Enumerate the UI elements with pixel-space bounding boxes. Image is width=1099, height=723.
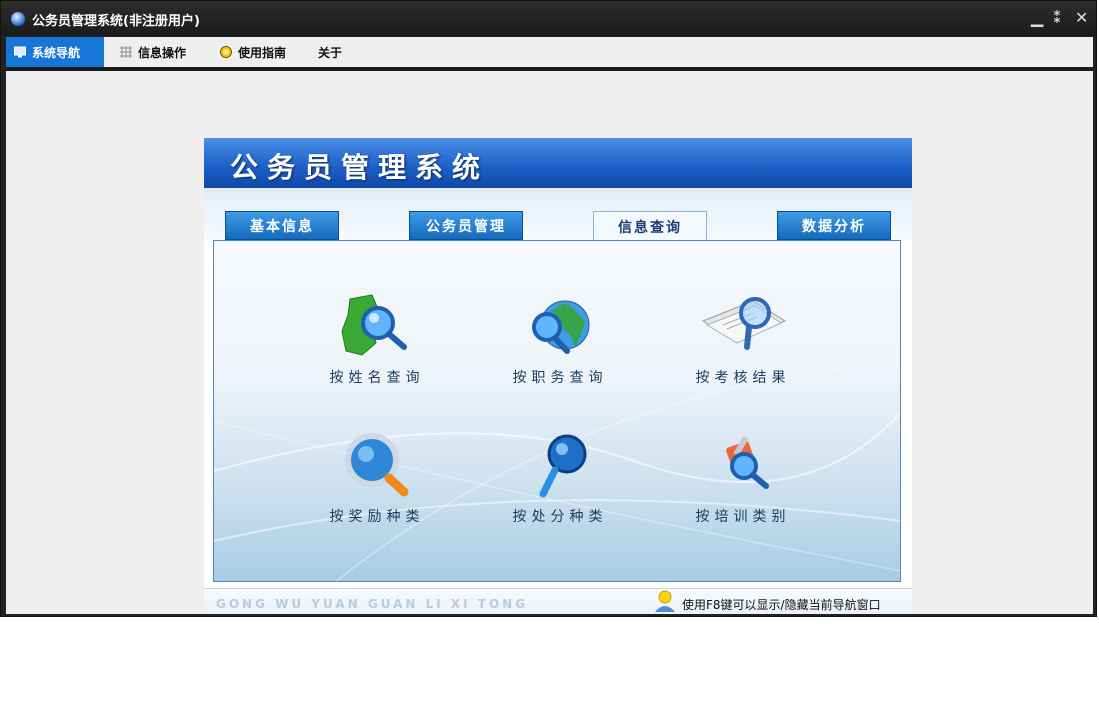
- banner-title: 公务员管理系统: [230, 151, 490, 184]
- query-by-position[interactable]: 按职务查询: [490, 291, 630, 401]
- monitor-icon: [14, 46, 26, 58]
- close-button[interactable]: ✕: [1075, 8, 1088, 27]
- query-area: 按姓名查询 按职务查询 按考核结果 按奖励种类 按处分种类 按培训类别: [213, 240, 901, 582]
- query-by-training[interactable]: 按培训类别: [673, 430, 813, 540]
- query-label: 按培训类别: [695, 509, 791, 525]
- menu-tab-label: 系统导航: [32, 45, 81, 60]
- content-area: 公务员管理系统 基本信息 公务员管理 信息查询 数据分析 按姓名查询 按职务查询…: [6, 71, 1093, 614]
- help-bulb-icon: [220, 46, 232, 58]
- menu-tab-system-nav[interactable]: 系统导航: [6, 37, 104, 67]
- menu-bar: 系统导航 信息操作 使用指南 关于: [6, 37, 1093, 67]
- tab-info-query[interactable]: 信息查询: [593, 211, 707, 242]
- query-label: 按奖励种类: [329, 509, 425, 525]
- app-logo-icon: [11, 12, 25, 26]
- grid-icon: [120, 46, 132, 58]
- menu-tab-label: 关于: [318, 45, 343, 60]
- query-label: 按处分种类: [512, 509, 608, 525]
- globe-magnifier-icon: [532, 300, 590, 354]
- window-title: 公务员管理系统(非注册用户): [32, 14, 200, 29]
- menu-tab-label: 信息操作: [138, 45, 187, 60]
- footer-hint: 使用F8键可以显示/隐藏当前导航窗口: [682, 598, 881, 612]
- tab-data-analysis[interactable]: 数据分析: [777, 211, 891, 240]
- query-by-award[interactable]: 按奖励种类: [307, 430, 447, 540]
- title-bar: 公务员管理系统(非注册用户) ▁ ⁑ ✕: [1, 1, 1096, 36]
- restore-button[interactable]: ⁑: [1053, 8, 1061, 27]
- query-label: 按考核结果: [695, 370, 791, 386]
- magnifier-icon: [345, 433, 409, 497]
- app-window: 公务员管理系统(非注册用户) ▁ ⁑ ✕ 系统导航 信息操作 使用指南 关于 公…: [0, 0, 1097, 617]
- query-by-name[interactable]: 按姓名查询: [307, 291, 447, 401]
- menu-tab-about[interactable]: 关于: [310, 37, 360, 67]
- blue-magnifier-icon: [539, 434, 587, 498]
- tab-basic-info[interactable]: 基本信息: [225, 211, 339, 240]
- tools-magnifier-icon: [726, 435, 769, 489]
- menu-tab-info-ops[interactable]: 信息操作: [112, 37, 207, 67]
- tab-staff-management[interactable]: 公务员管理: [409, 211, 523, 240]
- query-label: 按姓名查询: [329, 370, 425, 386]
- map-magnifier-icon: [341, 294, 407, 356]
- panel-footer: GONG WU YUAN GUAN LI XI TONG 使用F8键可以显示/隐…: [204, 588, 912, 614]
- footer-pinyin: GONG WU YUAN GUAN LI XI TONG: [216, 597, 529, 611]
- document-magnifier-icon: [701, 297, 787, 350]
- menu-tab-label: 使用指南: [238, 45, 287, 60]
- query-label: 按职务查询: [512, 370, 608, 386]
- banner: 公务员管理系统: [204, 138, 912, 188]
- query-by-punishment[interactable]: 按处分种类: [490, 430, 630, 540]
- menu-tab-guide[interactable]: 使用指南: [212, 37, 308, 67]
- minimize-button[interactable]: ▁: [1031, 8, 1043, 27]
- bulb-user-icon: [655, 590, 675, 612]
- query-by-appraisal[interactable]: 按考核结果: [673, 291, 813, 401]
- navigation-panel: 公务员管理系统 基本信息 公务员管理 信息查询 数据分析 按姓名查询 按职务查询…: [204, 138, 912, 614]
